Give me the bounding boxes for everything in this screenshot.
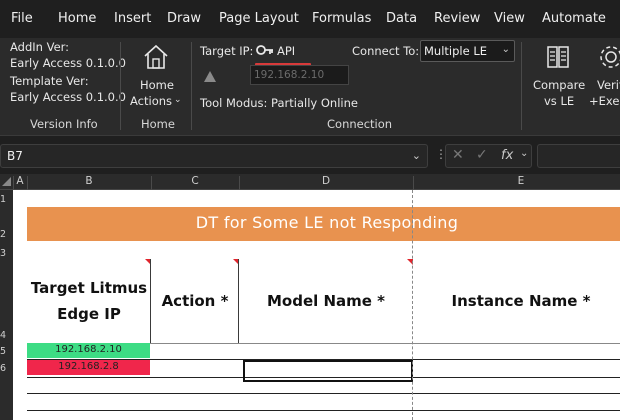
compare-label-line1: Compare — [533, 78, 586, 92]
menu-view[interactable]: View — [494, 11, 525, 26]
name-box[interactable]: B7 ⌄ — [0, 144, 428, 168]
connect-to-select[interactable]: Multiple LE ⌄ — [420, 40, 515, 62]
header-model-text: Model Name * — [266, 292, 386, 310]
menu-data[interactable]: Data — [386, 11, 417, 26]
select-all-corner[interactable] — [2, 177, 11, 186]
insert-function-button[interactable]: fx — [501, 148, 513, 163]
menu-review[interactable]: Review — [434, 11, 480, 26]
column-header-b[interactable]: B — [27, 175, 151, 187]
compare-label-line2: vs LE — [544, 94, 575, 108]
ribbon-separator — [191, 42, 192, 130]
group-label-version-info: Version Info — [30, 117, 98, 131]
column-header-e[interactable]: E — [413, 175, 620, 187]
target-ip-input[interactable]: 192.168.2.10 — [250, 65, 349, 85]
header-target-text: Target Litmus Edge IP — [30, 279, 148, 323]
column-divider — [413, 176, 414, 190]
verify-label-line1: Verif — [597, 78, 620, 92]
menu-formulas[interactable]: Formulas — [312, 11, 371, 26]
cancel-icon[interactable]: ✕ — [452, 147, 464, 163]
key-icon — [256, 42, 274, 62]
check-icon[interactable]: ✓ — [476, 147, 488, 163]
group-label-home: Home — [141, 117, 175, 131]
row-header-4[interactable]: 4 — [0, 330, 12, 341]
row-headers: 1 2 3 4 5 6 — [0, 190, 13, 420]
cell-border — [27, 393, 620, 394]
chevron-down-icon: ⌄ — [520, 148, 529, 159]
tool-modus-status: Tool Modus: Partially Online — [200, 96, 358, 110]
template-version-label: Template Ver: — [10, 74, 89, 88]
column-headers: A B C D E — [0, 174, 620, 190]
addin-version-label: AddIn Ver: — [10, 40, 70, 54]
menu-draw[interactable]: Draw — [167, 11, 201, 26]
home-actions-label-line2: Actions — [130, 94, 173, 108]
column-header-a[interactable]: A — [13, 175, 27, 187]
row-header-3[interactable]: 3 — [0, 248, 12, 259]
header-instance-name[interactable]: Instance Name * — [413, 259, 620, 343]
menu-bar: File Home Insert Draw Page Layout Formul… — [0, 0, 620, 38]
column-header-c[interactable]: C — [151, 175, 239, 187]
verify-label-line2: +Exec — [590, 94, 620, 108]
ribbon: AddIn Ver: Early Access 0.1.0.0 Template… — [0, 38, 620, 136]
addin-version-value: Early Access 0.1.0.0 — [10, 56, 126, 70]
cell-border — [150, 259, 151, 343]
formula-input[interactable] — [537, 144, 620, 168]
menu-automate[interactable]: Automate — [542, 11, 606, 26]
header-instance-text: Instance Name * — [451, 292, 591, 310]
api-label[interactable]: API — [277, 44, 295, 58]
chevron-down-icon: ⌄ — [501, 44, 510, 55]
cell-border — [27, 410, 620, 411]
compare-vs-le-button[interactable]: Compare vs LE — [528, 40, 588, 112]
chevron-down-icon: ⌄ — [411, 149, 421, 162]
group-label-connection: Connection — [327, 117, 393, 131]
row-header-1[interactable]: 1 — [0, 194, 12, 205]
header-action[interactable]: Action * — [151, 259, 239, 343]
home-icon — [141, 42, 171, 76]
compare-icon — [545, 44, 571, 74]
menu-page-layout[interactable]: Page Layout — [219, 11, 299, 26]
gear-icon — [598, 44, 620, 74]
menu-home[interactable]: Home — [58, 11, 96, 26]
column-divider — [13, 176, 14, 190]
selected-cell[interactable] — [243, 360, 413, 382]
cell-border — [238, 259, 239, 343]
formula-bar: B7 ⌄ ⋮ ✕ ✓ fx ⌄ — [0, 136, 620, 174]
ribbon-separator — [521, 42, 522, 130]
sheet-banner: DT for Some LE not Responding — [27, 207, 620, 241]
ip-cell[interactable]: 192.168.2.10 — [27, 343, 150, 358]
column-divider — [27, 176, 28, 190]
row-header-6[interactable]: 6 — [0, 363, 12, 374]
menu-insert[interactable]: Insert — [114, 11, 151, 26]
formula-controls: ✕ ✓ fx ⌄ — [445, 144, 532, 168]
header-model-name[interactable]: Model Name * — [239, 259, 413, 343]
header-action-text: Action * — [161, 292, 229, 310]
ip-cell[interactable]: 192.168.2.8 — [27, 360, 150, 375]
ribbon-separator — [120, 42, 121, 130]
connect-to-label: Connect To: — [352, 44, 420, 58]
column-header-d[interactable]: D — [239, 175, 413, 187]
connect-to-value: Multiple LE — [424, 44, 488, 58]
chevron-down-icon: ⌄ — [174, 95, 182, 105]
header-target-litmus-edge-ip[interactable]: Target Litmus Edge IP — [27, 259, 151, 343]
name-box-value: B7 — [7, 149, 23, 163]
warning-icon — [203, 68, 217, 87]
home-actions-label-line1: Home — [140, 78, 174, 92]
row-header-5[interactable]: 5 — [0, 346, 12, 357]
row-header-2[interactable]: 2 — [0, 229, 12, 240]
column-divider — [151, 176, 152, 190]
menu-file[interactable]: File — [11, 11, 33, 26]
worksheet-grid[interactable]: DT for Some LE not Responding Target Lit… — [13, 190, 620, 420]
page-break-line — [412, 190, 413, 420]
column-divider — [239, 176, 240, 190]
target-ip-label: Target IP: — [200, 44, 254, 58]
template-version-value: Early Access 0.1.0.0 — [10, 90, 126, 104]
home-actions-button[interactable]: Home Actions ⌄ — [126, 40, 186, 112]
verify-execute-button[interactable]: Verif +Exec — [590, 40, 620, 112]
